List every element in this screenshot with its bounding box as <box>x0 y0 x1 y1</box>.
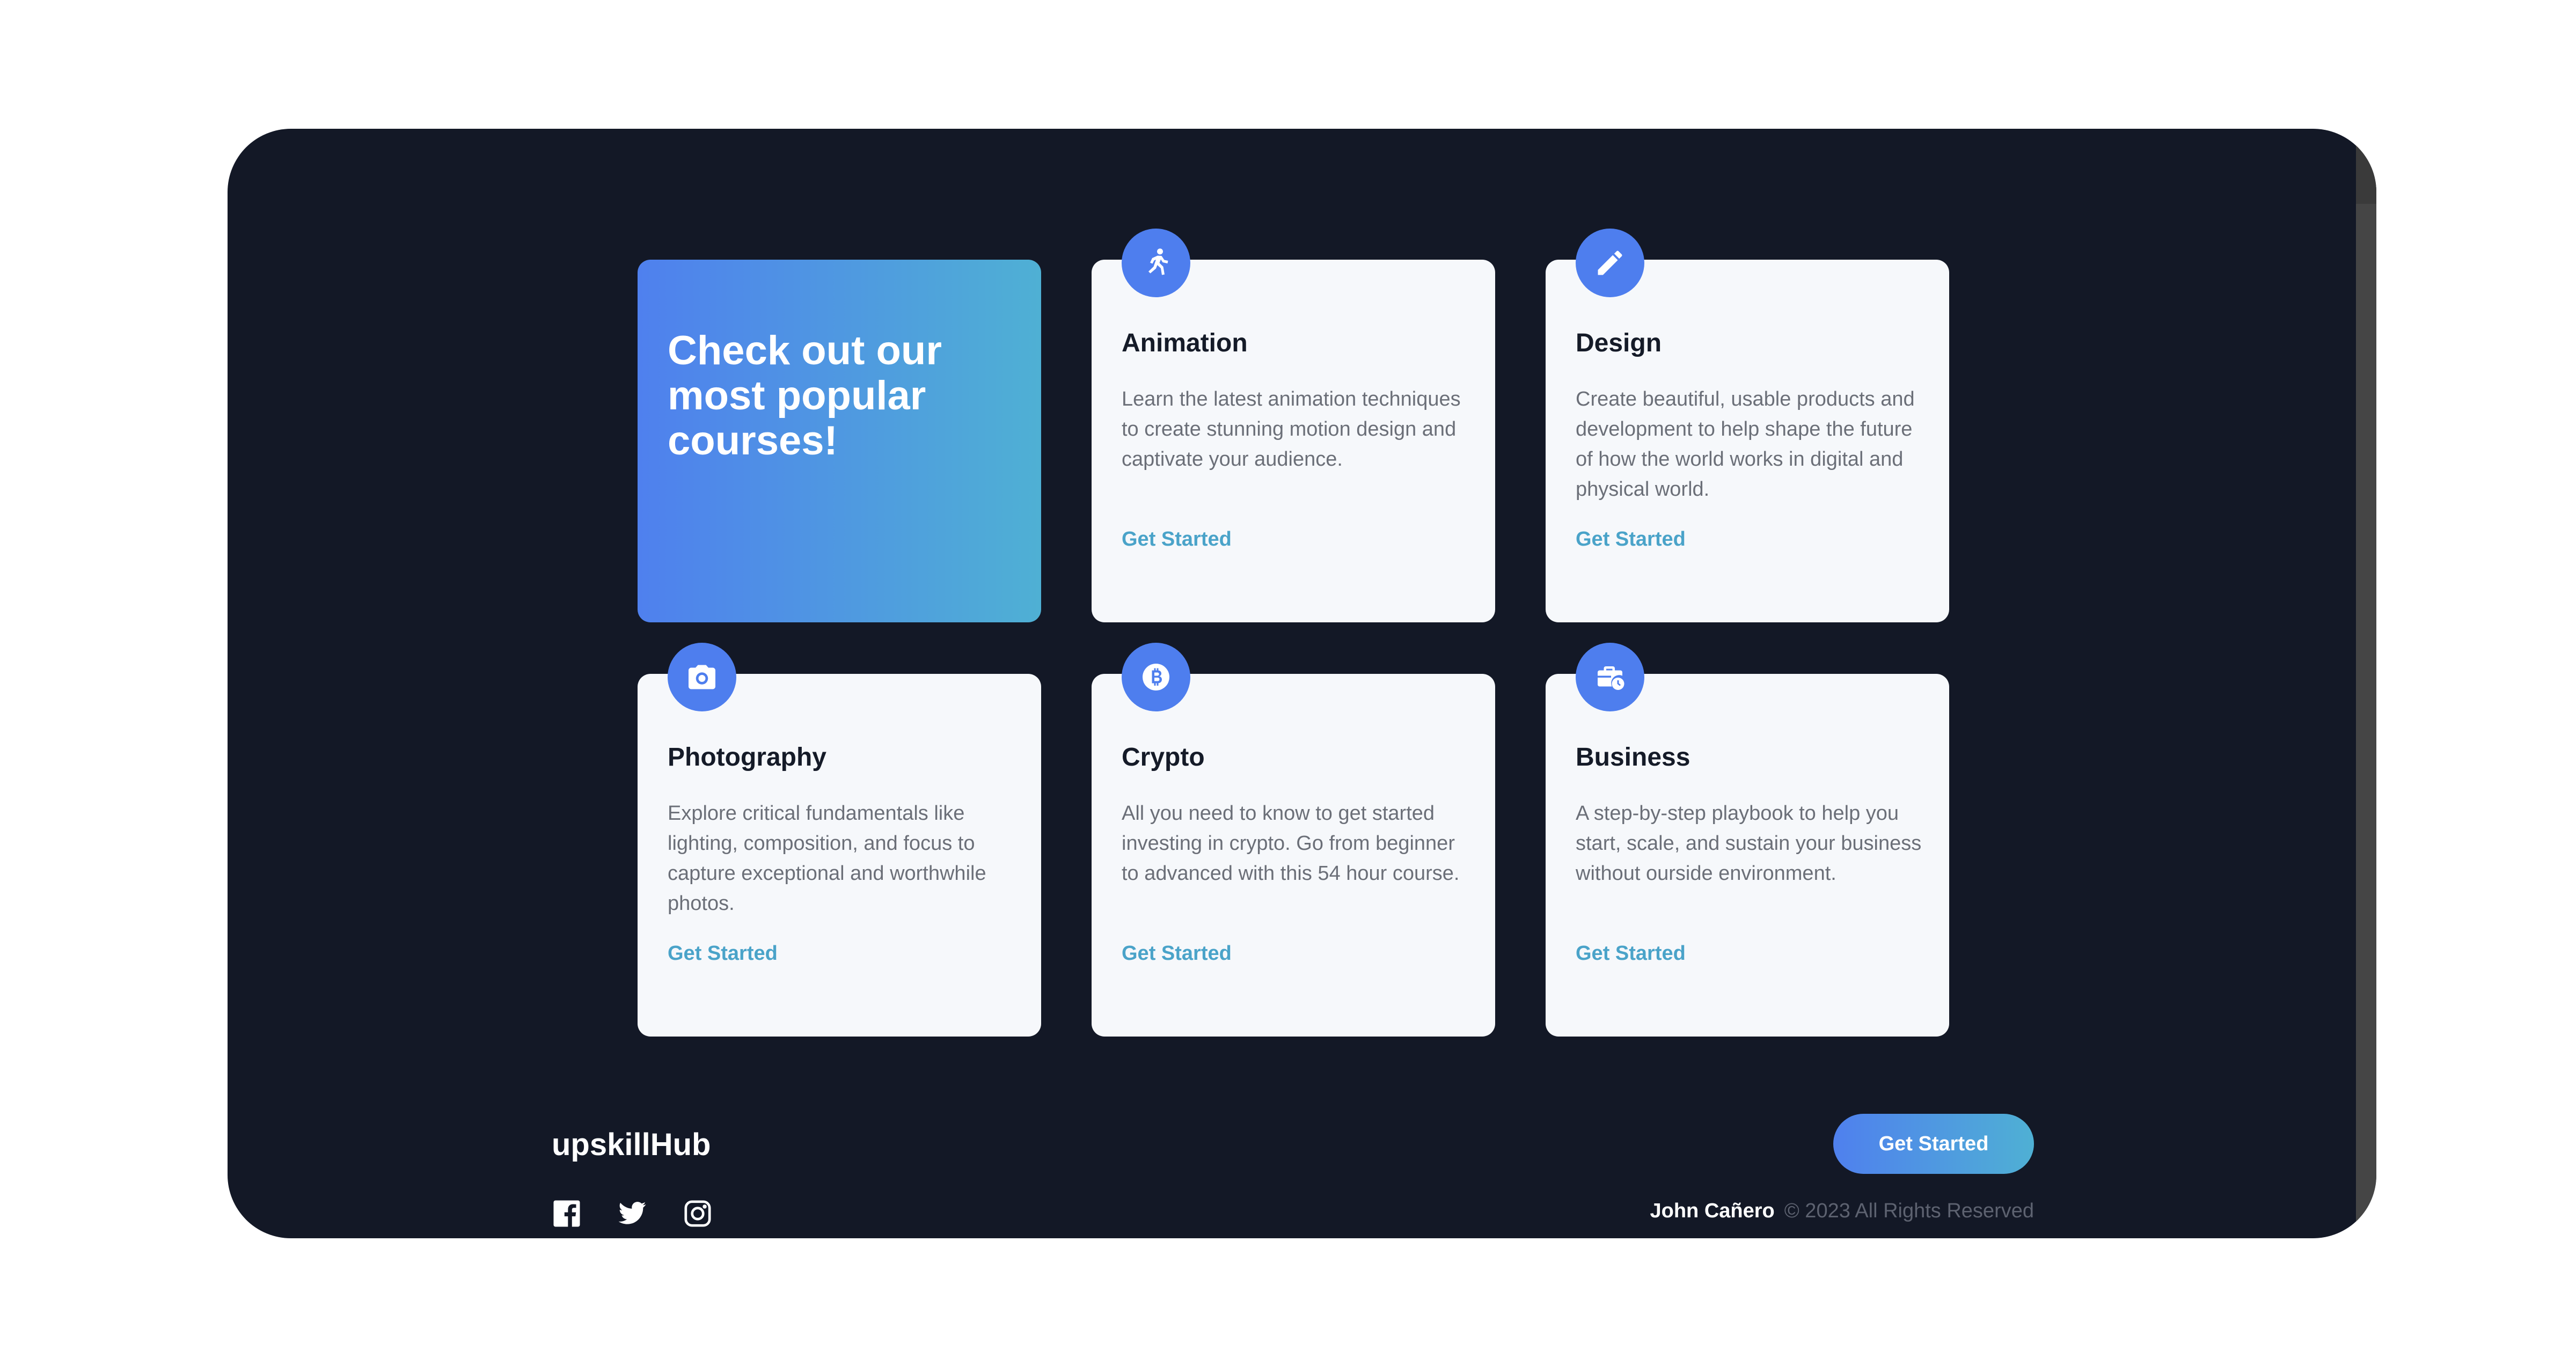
course-title: Photography <box>668 743 826 771</box>
social-links <box>552 1199 713 1229</box>
course-description: Create beautiful, usable products and de… <box>1576 388 1915 501</box>
course-card-design: Design Create beautiful, usable products… <box>1546 229 1949 622</box>
course-description: Explore critical fundamentals like light… <box>668 802 986 915</box>
author-name: John Cañero <box>1650 1200 1775 1222</box>
get-started-link-animation[interactable]: Get Started <box>1122 528 1232 551</box>
course-title: Animation <box>1122 329 1248 357</box>
course-card-crypto: Crypto All you need to know to get start… <box>1092 643 1495 1037</box>
facebook-icon[interactable] <box>552 1199 582 1229</box>
course-title: Business <box>1576 743 1690 771</box>
footer-get-started-button[interactable]: Get Started <box>1833 1114 2034 1174</box>
course-description: A step-by-step playbook to help you star… <box>1576 802 1922 885</box>
twitter-icon[interactable] <box>617 1199 647 1229</box>
camera-icon <box>668 643 736 711</box>
course-title: Crypto <box>1122 743 1205 771</box>
course-title: Design <box>1576 329 1662 357</box>
course-description: Learn the latest animation techniques to… <box>1122 388 1461 471</box>
briefcase-clock-icon <box>1576 643 1644 711</box>
copyright-text: © 2023 All Rights Reserved <box>1784 1200 2034 1222</box>
scrollbar-thumb[interactable] <box>2356 129 2376 204</box>
hero-card: Check out our most popular courses! <box>638 260 1041 622</box>
get-started-link-photography[interactable]: Get Started <box>668 942 778 965</box>
pencil-icon <box>1576 229 1644 297</box>
course-card-photography: Photography Explore critical fundamental… <box>638 643 1041 1037</box>
app-window: Check out our most popular courses! Anim… <box>228 129 2376 1238</box>
footer-logo[interactable]: upskillHub <box>552 1127 711 1163</box>
get-started-link-crypto[interactable]: Get Started <box>1122 942 1232 965</box>
scrollbar[interactable] <box>2356 129 2376 1238</box>
get-started-link-design[interactable]: Get Started <box>1576 528 1686 551</box>
bitcoin-icon <box>1122 643 1190 711</box>
courses-grid: Check out our most popular courses! Anim… <box>638 229 1949 1160</box>
get-started-link-business[interactable]: Get Started <box>1576 942 1686 965</box>
course-description: All you need to know to get started inve… <box>1122 802 1460 885</box>
instagram-icon[interactable] <box>683 1199 713 1229</box>
hero-title: Check out our most popular courses! <box>668 328 942 464</box>
course-card-animation: Animation Learn the latest animation tec… <box>1092 229 1495 622</box>
course-card-business: Business A step-by-step playbook to help… <box>1546 643 1949 1037</box>
copyright: John Cañero © 2023 All Rights Reserved <box>1650 1200 2035 1223</box>
running-figure-icon <box>1122 229 1190 297</box>
